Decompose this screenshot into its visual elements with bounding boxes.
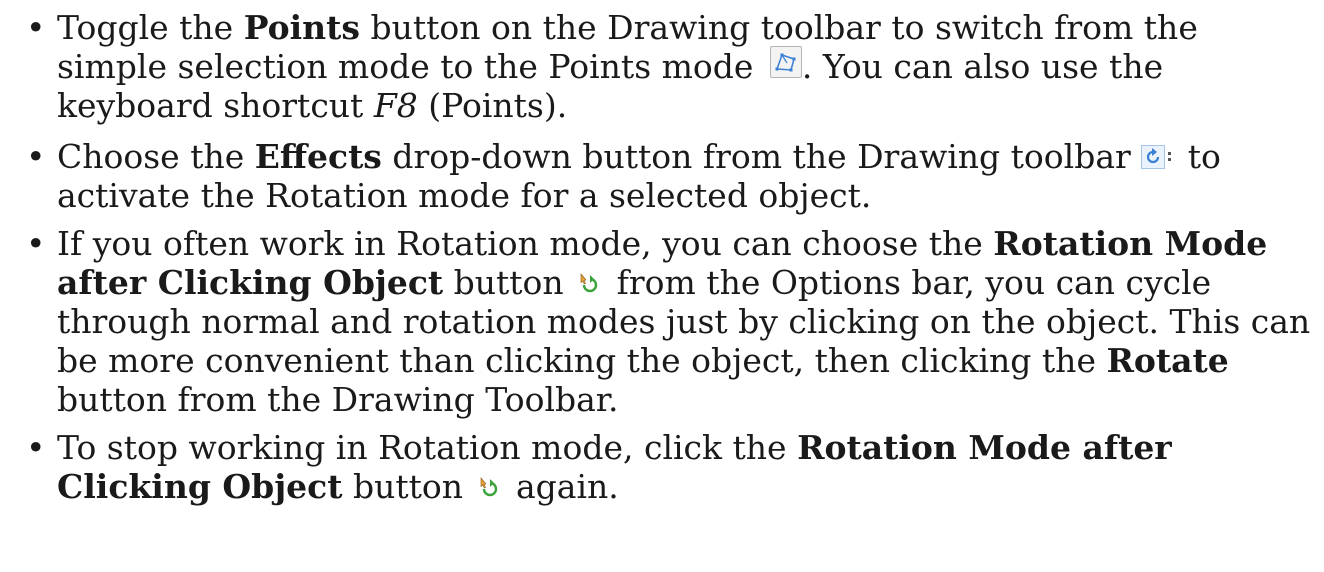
bullet-list: • Toggle the Points button on the Drawin… (0, 8, 1324, 506)
effects-rotate-icon (1141, 145, 1177, 169)
bullet-text: button (443, 263, 575, 302)
document-body: • Toggle the Points button on the Drawin… (0, 0, 1324, 506)
bullet-marker: • (26, 428, 46, 467)
bullet-text: Choose the (57, 137, 255, 176)
bullet-marker: • (26, 8, 46, 47)
bullet-marker: • (26, 137, 46, 176)
bullet-text: If you often work in Rotation mode, you … (57, 224, 994, 263)
bullet-text: button from the Drawing Toolbar. (57, 380, 619, 419)
bullet-text: again. (505, 467, 619, 506)
bullet-marker: • (26, 224, 46, 263)
bold-term: Rotate (1106, 341, 1229, 380)
list-item: • If you often work in Rotation mode, yo… (0, 224, 1317, 419)
list-item: • Choose the Effects drop-down button fr… (0, 137, 1317, 215)
bold-term: Effects (254, 137, 382, 176)
list-item: • To stop working in Rotation mode, clic… (0, 428, 1317, 506)
bullet-text: drop-down button from the Drawing toolba… (381, 137, 1142, 176)
list-item: • Toggle the Points button on the Drawin… (0, 8, 1317, 125)
shortcut-key: F8 (373, 86, 418, 125)
points-mode-icon (769, 46, 802, 78)
rotation-mode-icon (578, 271, 602, 295)
bullet-text: button (342, 467, 474, 506)
bullet-text: (Points). (417, 86, 568, 125)
bullet-text: To stop working in Rotation mode, click … (57, 428, 798, 467)
bold-term: Points (243, 8, 360, 47)
bullet-text: Toggle the (57, 8, 244, 47)
rotation-mode-icon (478, 475, 502, 499)
